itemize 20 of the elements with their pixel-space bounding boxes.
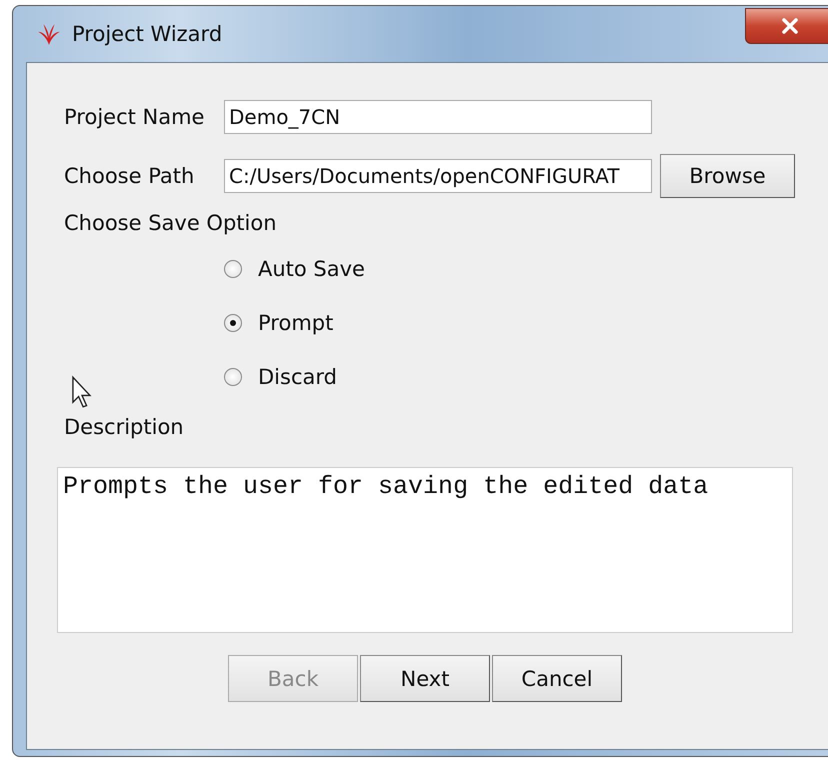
field-label: Choose Path [64, 164, 196, 188]
browse-button[interactable]: Browse [660, 154, 795, 198]
close-button[interactable] [745, 8, 828, 44]
radio-button[interactable] [224, 260, 242, 278]
wizard-button[interactable]: Next [360, 655, 490, 702]
section-label: Choose Save Option [64, 211, 278, 235]
radio-button[interactable] [224, 314, 242, 332]
close-icon [779, 16, 801, 36]
wizard-button[interactable]: Cancel [492, 655, 622, 702]
text-field[interactable]: C:/Users/Documents/openCONFIGURAT [224, 159, 652, 193]
description-text-area[interactable]: Prompts the user for saving the edited data [57, 467, 793, 633]
radio-label[interactable]: Auto Save [258, 257, 365, 281]
section-label: Description [64, 415, 185, 439]
window-title: Project Wizard [72, 22, 222, 46]
radio-button[interactable] [224, 368, 242, 386]
text-field[interactable]: Demo_7CN [224, 100, 652, 134]
mouse-cursor-icon [70, 375, 94, 409]
radio-label[interactable]: Discard [258, 365, 337, 389]
radio-label[interactable]: Prompt [258, 311, 334, 335]
field-label: Project Name [64, 105, 206, 129]
